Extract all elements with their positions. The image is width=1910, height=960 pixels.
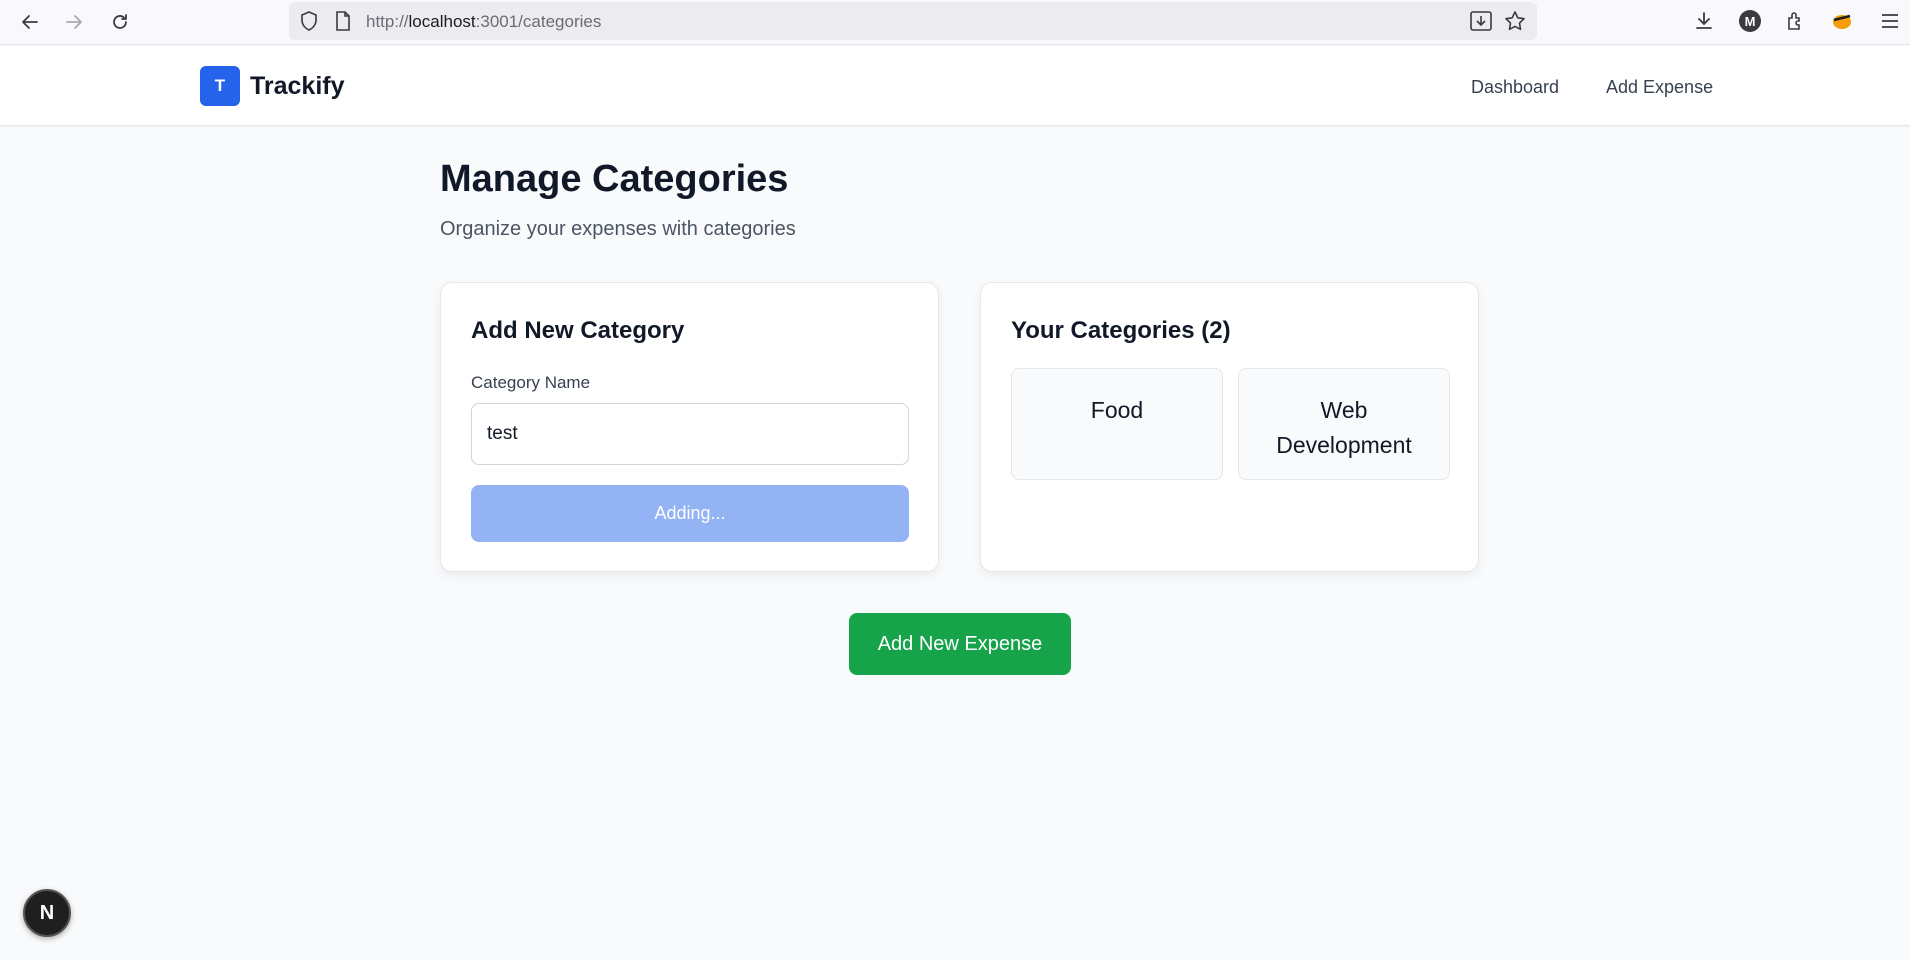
shield-icon[interactable] [297, 9, 321, 33]
category-name: Food [1090, 397, 1144, 423]
add-category-card: Add New Category Category Name Adding... [440, 282, 939, 572]
reload-icon[interactable] [104, 6, 136, 38]
url-host: localhost [408, 12, 476, 31]
downloads-icon[interactable] [1690, 7, 1718, 35]
star-icon[interactable] [1503, 9, 1527, 33]
back-arrow-icon[interactable] [14, 6, 46, 38]
app-header: T Trackify Dashboard Add Expense [0, 46, 1910, 126]
add-new-expense-button[interactable]: Add New Expense [849, 613, 1071, 675]
browser-toolbar: http://localhost:3001/categories M [0, 0, 1910, 45]
add-category-button[interactable]: Adding... [471, 485, 909, 542]
account-icon[interactable]: M [1736, 7, 1764, 35]
category-tile-web-development[interactable]: Web Development [1238, 368, 1450, 480]
category-tile-food[interactable]: Food [1011, 368, 1223, 480]
url-prefix: http:// [366, 12, 409, 31]
download-page-icon[interactable] [1469, 9, 1493, 33]
page-icon[interactable] [331, 9, 355, 33]
url-path: :3001/categories [475, 12, 602, 31]
menu-icon[interactable] [1876, 7, 1904, 35]
add-category-title: Add New Category [471, 317, 685, 344]
categories-list-card: Your Categories (2) Food Web Development [980, 282, 1479, 572]
category-name-input[interactable] [471, 403, 909, 465]
nav-dashboard-link[interactable]: Dashboard [1471, 77, 1559, 98]
categories-list-title: Your Categories (2) [1011, 317, 1231, 344]
page-title: Manage Categories [440, 158, 789, 200]
page-subtitle: Organize your expenses with categories [440, 218, 796, 240]
nav-add-expense-link[interactable]: Add Expense [1606, 77, 1713, 98]
extensions-icon[interactable] [1781, 7, 1809, 35]
brand-name[interactable]: Trackify [250, 72, 345, 101]
forward-arrow-icon[interactable] [58, 6, 90, 38]
nextjs-dev-badge-icon[interactable]: N [23, 889, 71, 937]
url-text[interactable]: http://localhost:3001/categories [366, 12, 601, 32]
profile-icon[interactable] [1828, 7, 1856, 35]
account-initial: M [1739, 10, 1761, 32]
address-bar[interactable]: http://localhost:3001/categories [289, 2, 1537, 40]
category-name: Web Development [1276, 397, 1412, 458]
category-name-label: Category Name [471, 373, 591, 392]
logo-icon[interactable]: T [200, 66, 240, 106]
